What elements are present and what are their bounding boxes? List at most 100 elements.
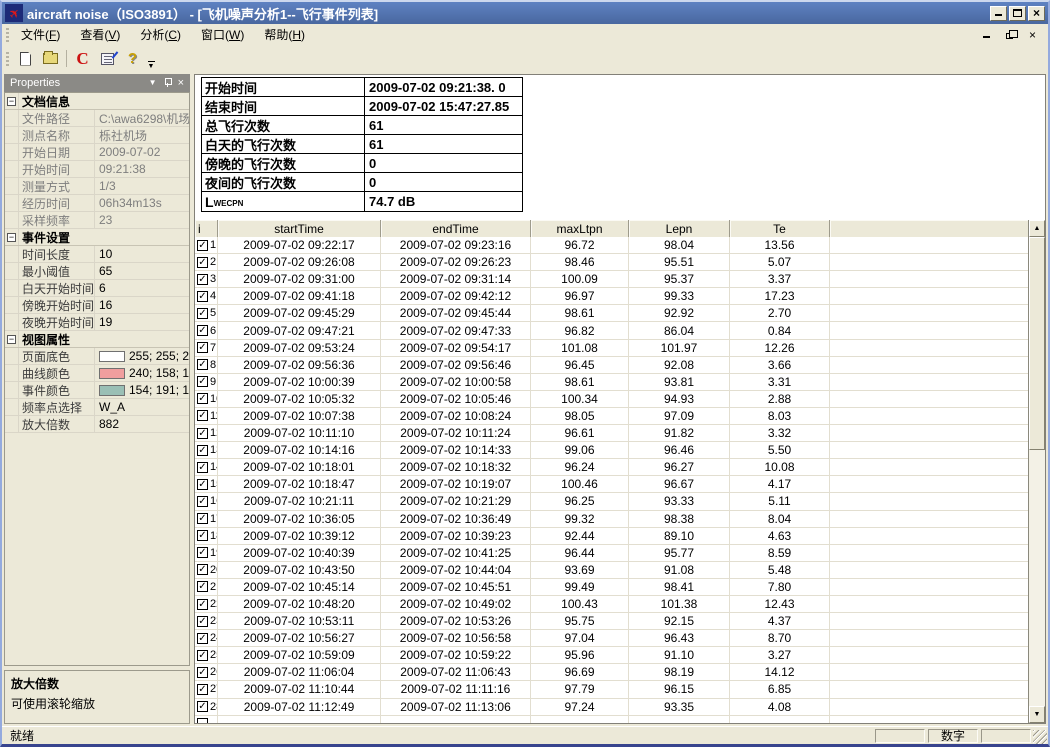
mdi-close-button[interactable]: × — [1025, 28, 1040, 42]
menu-item-v[interactable]: 查看(V) — [72, 24, 128, 45]
row-checkbox[interactable]: ✓ — [197, 462, 208, 473]
property-row[interactable]: 频率点选择W_A — [5, 399, 189, 416]
property-row[interactable]: 测点名称栎社机场 — [5, 127, 189, 144]
row-checkbox[interactable]: ✓ — [197, 633, 208, 644]
property-group-header[interactable]: −事件设置 — [5, 229, 189, 246]
row-checkbox[interactable]: ✓ — [197, 257, 208, 268]
row-checkbox[interactable]: ✓ — [197, 701, 208, 712]
column-header-i[interactable]: i — [195, 220, 218, 237]
row-checkbox[interactable]: ✓ — [197, 291, 208, 302]
table-row[interactable]: ✓182009-07-02 10:39:122009-07-02 10:39:2… — [195, 528, 1028, 545]
help-button[interactable]: ? — [120, 47, 145, 70]
property-value[interactable]: 栎社机场 — [95, 127, 189, 144]
row-checkbox[interactable]: ✓ — [197, 530, 208, 541]
property-row[interactable]: 测量方式1/3 — [5, 178, 189, 195]
minimize-button[interactable] — [990, 6, 1007, 21]
table-row[interactable]: ✓252009-07-02 10:59:092009-07-02 10:59:2… — [195, 647, 1028, 664]
scroll-up-button[interactable]: ▲ — [1029, 220, 1045, 237]
property-group-header[interactable]: −文档信息 — [5, 93, 189, 110]
maximize-button[interactable] — [1009, 6, 1026, 21]
table-row[interactable]: ✓42009-07-02 09:41:182009-07-02 09:42:12… — [195, 288, 1028, 305]
table-row[interactable]: ✓62009-07-02 09:47:212009-07-02 09:47:33… — [195, 322, 1028, 339]
color-swatch[interactable] — [99, 385, 125, 396]
menu-item-w[interactable]: 窗口(W) — [193, 24, 252, 45]
property-row[interactable]: 夜晚开始时间19 — [5, 314, 189, 331]
column-header-Te[interactable]: Te — [730, 220, 830, 237]
property-value[interactable]: 09:21:38 — [95, 162, 189, 176]
table-row[interactable]: ✓192009-07-02 10:40:392009-07-02 10:41:2… — [195, 545, 1028, 562]
property-value[interactable]: 23 — [95, 213, 189, 227]
table-row[interactable]: ✓232009-07-02 10:53:112009-07-02 10:53:2… — [195, 613, 1028, 630]
property-row[interactable]: 曲线颜色240; 158; 15 — [5, 365, 189, 382]
table-row[interactable]: ✓32009-07-02 09:31:002009-07-02 09:31:14… — [195, 271, 1028, 288]
property-value[interactable]: 19 — [95, 315, 189, 329]
property-row[interactable]: 开始时间09:21:38 — [5, 161, 189, 178]
property-value[interactable]: 16 — [95, 298, 189, 312]
row-checkbox[interactable]: ✓ — [197, 308, 208, 319]
property-group-header[interactable]: −视图属性 — [5, 331, 189, 348]
table-row[interactable]: ✓212009-07-02 10:45:142009-07-02 10:45:5… — [195, 579, 1028, 596]
row-checkbox[interactable]: ✓ — [197, 376, 208, 387]
table-row[interactable]: ✓152009-07-02 10:18:472009-07-02 10:19:0… — [195, 476, 1028, 493]
row-checkbox[interactable]: ✓ — [197, 513, 208, 524]
row-checkbox[interactable]: ✓ — [197, 428, 208, 439]
table-row[interactable]: ✓132009-07-02 10:14:162009-07-02 10:14:3… — [195, 442, 1028, 459]
property-row[interactable]: 白天开始时间6 — [5, 280, 189, 297]
property-row[interactable]: 文件路径C:\awa6298\机场 — [5, 110, 189, 127]
property-row[interactable]: 经历时间06h34m13s — [5, 195, 189, 212]
toolbar-grip[interactable] — [6, 52, 9, 66]
row-checkbox[interactable]: ✓ — [197, 445, 208, 456]
table-row[interactable]: ✓162009-07-02 10:21:112009-07-02 10:21:2… — [195, 493, 1028, 510]
open-file-button[interactable] — [38, 47, 63, 70]
table-row[interactable]: ✓52009-07-02 09:45:292009-07-02 09:45:44… — [195, 305, 1028, 322]
row-checkbox[interactable]: ✓ — [197, 393, 208, 404]
table-row[interactable]: ✓272009-07-02 11:10:442009-07-02 11:11:1… — [195, 681, 1028, 698]
table-row[interactable]: ✓82009-07-02 09:56:362009-07-02 09:56:46… — [195, 357, 1028, 374]
row-checkbox[interactable]: ✓ — [197, 240, 208, 251]
color-swatch[interactable] — [99, 351, 125, 362]
table-row[interactable]: ✓102009-07-02 10:05:322009-07-02 10:05:4… — [195, 391, 1028, 408]
property-row[interactable]: 时间长度10 — [5, 246, 189, 263]
table-row[interactable]: ✓72009-07-02 09:53:242009-07-02 09:54:17… — [195, 340, 1028, 357]
property-value[interactable]: C:\awa6298\机场 — [95, 110, 189, 127]
table-row[interactable]: ✓122009-07-02 10:11:102009-07-02 10:11:2… — [195, 425, 1028, 442]
row-checkbox[interactable]: ✓ — [197, 479, 208, 490]
table-row[interactable]: ✓22009-07-02 09:26:082009-07-02 09:26:23… — [195, 254, 1028, 271]
property-value[interactable]: 240; 158; 15 — [95, 366, 189, 380]
property-row[interactable]: 最小阈值65 — [5, 263, 189, 280]
collapse-minus-icon[interactable]: − — [7, 335, 16, 344]
panel-pin-icon[interactable] — [164, 78, 171, 88]
close-button[interactable]: × — [1028, 6, 1045, 21]
property-value[interactable]: 10 — [95, 247, 189, 261]
table-row[interactable]: ✓172009-07-02 10:36:052009-07-02 10:36:4… — [195, 511, 1028, 528]
menu-item-c[interactable]: 分析(C) — [132, 24, 189, 45]
row-checkbox[interactable]: ✓ — [197, 410, 208, 421]
row-checkbox[interactable]: ✓ — [197, 359, 208, 370]
color-swatch[interactable] — [99, 368, 125, 379]
table-row[interactable]: ✓202009-07-02 10:43:502009-07-02 10:44:0… — [195, 562, 1028, 579]
row-checkbox[interactable]: ✓ — [197, 650, 208, 661]
table-row[interactable]: ✓222009-07-02 10:48:202009-07-02 10:49:0… — [195, 596, 1028, 613]
property-row[interactable]: 傍晚开始时间16 — [5, 297, 189, 314]
table-row-partial[interactable] — [195, 716, 1028, 723]
collapse-minus-icon[interactable]: − — [7, 233, 16, 242]
row-checkbox[interactable]: ✓ — [197, 667, 208, 678]
property-row[interactable]: 放大倍数882 — [5, 416, 189, 433]
property-value[interactable]: 06h34m13s — [95, 196, 189, 210]
menubar-grip[interactable] — [6, 28, 9, 42]
property-row[interactable]: 事件颜色154; 191; 18 — [5, 382, 189, 399]
table-row[interactable]: ✓92009-07-02 10:00:392009-07-02 10:00:58… — [195, 374, 1028, 391]
row-checkbox[interactable]: ✓ — [197, 564, 208, 575]
table-row[interactable]: ✓282009-07-02 11:12:492009-07-02 11:13:0… — [195, 699, 1028, 716]
mdi-restore-button[interactable] — [1002, 28, 1017, 42]
panel-close-icon[interactable]: × — [178, 78, 184, 89]
menu-item-f[interactable]: 文件(F) — [13, 24, 68, 45]
mdi-minimize-button[interactable] — [979, 28, 994, 42]
property-row[interactable]: 采样频率23 — [5, 212, 189, 229]
collapse-minus-icon[interactable]: − — [7, 97, 16, 106]
property-value[interactable]: 1/3 — [95, 179, 189, 193]
table-row[interactable]: ✓242009-07-02 10:56:272009-07-02 10:56:5… — [195, 630, 1028, 647]
property-row[interactable]: 开始日期2009-07-02 — [5, 144, 189, 161]
table-row[interactable]: ✓112009-07-02 10:07:382009-07-02 10:08:2… — [195, 408, 1028, 425]
panel-dropdown-icon[interactable]: ▼ — [149, 79, 157, 87]
